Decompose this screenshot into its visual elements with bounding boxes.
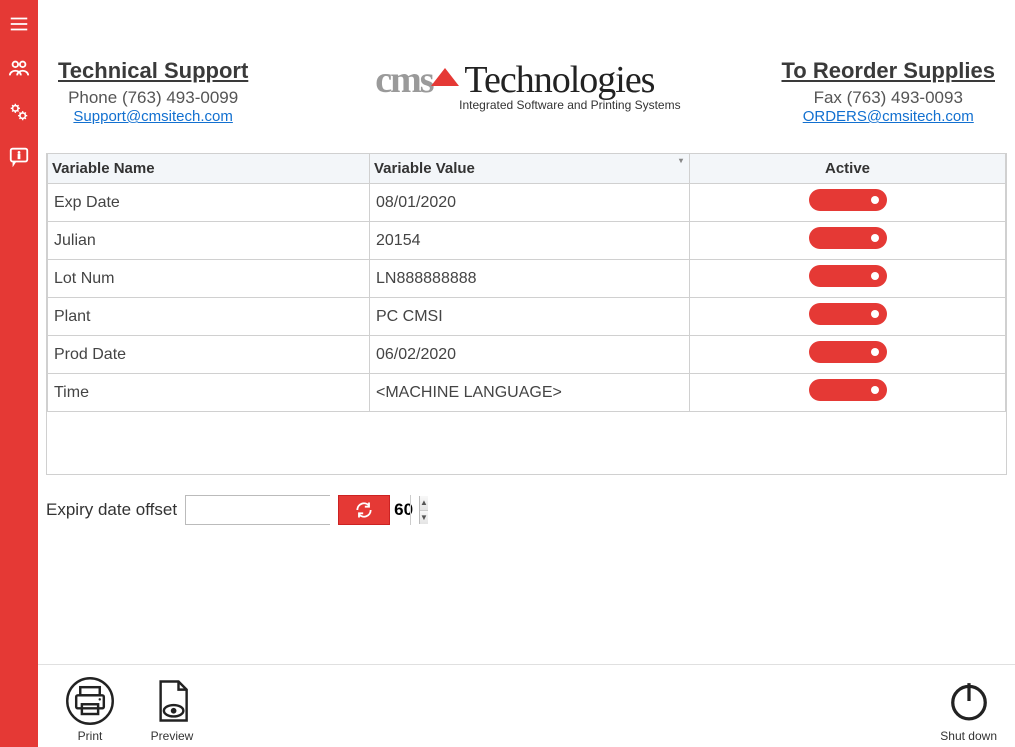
cell-variable-name: Time [48, 374, 370, 412]
cell-active [690, 260, 1006, 298]
print-label: Print [78, 729, 103, 743]
preview-label: Preview [151, 729, 194, 743]
info-icon[interactable] [7, 144, 31, 168]
active-toggle[interactable] [809, 341, 887, 363]
logo-brand-right: Technologies [457, 59, 655, 101]
shutdown-button[interactable]: Shut down [940, 675, 997, 743]
logo-brand-left: cms [375, 59, 432, 101]
table-row[interactable]: Julian20154 [48, 222, 1006, 260]
active-toggle[interactable] [809, 227, 887, 249]
refresh-button[interactable] [338, 495, 390, 525]
hamburger-icon[interactable] [7, 12, 31, 36]
support-block: Technical Support Phone (763) 493-0099 S… [58, 58, 248, 125]
main-content: Technical Support Phone (763) 493-0099 S… [38, 0, 1015, 747]
reorder-email-link[interactable]: ORDERS@cmsitech.com [803, 108, 974, 125]
active-toggle[interactable] [809, 265, 887, 287]
cell-variable-name: Exp Date [48, 184, 370, 222]
support-title: Technical Support [58, 58, 248, 84]
reorder-block: To Reorder Supplies Fax (763) 493-0093 O… [781, 58, 995, 125]
variables-table: Variable Name Variable Value Active Exp … [47, 153, 1006, 412]
active-toggle[interactable] [809, 379, 887, 401]
logo: cms Technologies Integrated Software and… [349, 58, 680, 112]
offset-input-wrap: ▲ ▼ [185, 495, 330, 525]
offset-spinner: ▲ ▼ [419, 496, 428, 524]
logo-triangle-icon [431, 68, 459, 86]
offset-label: Expiry date offset [46, 500, 177, 520]
support-phone: Phone (763) 493-0099 [58, 88, 248, 108]
refresh-icon [354, 500, 374, 520]
offset-spin-up[interactable]: ▲ [420, 496, 428, 511]
cell-variable-name: Plant [48, 298, 370, 336]
cell-variable-value[interactable]: <MACHINE LANGUAGE> [370, 374, 690, 412]
cell-active [690, 336, 1006, 374]
logo-text: cms Technologies [349, 58, 680, 102]
table-row[interactable]: Prod Date06/02/2020 [48, 336, 1006, 374]
cell-active [690, 298, 1006, 336]
cell-variable-value[interactable]: 20154 [370, 222, 690, 260]
header-zone: Technical Support Phone (763) 493-0099 S… [38, 0, 1015, 153]
footer-zone: Print Preview Shut down [38, 664, 1015, 747]
cell-variable-name: Julian [48, 222, 370, 260]
cell-active [690, 184, 1006, 222]
offset-spin-down[interactable]: ▼ [420, 511, 428, 525]
reorder-title: To Reorder Supplies [781, 58, 995, 84]
th-variable-value[interactable]: Variable Value [370, 154, 690, 184]
active-toggle[interactable] [809, 189, 887, 211]
preview-button[interactable]: Preview [146, 675, 198, 743]
offset-divider [410, 495, 411, 525]
settings-icon[interactable] [7, 100, 31, 124]
users-icon[interactable] [7, 56, 31, 80]
table-row[interactable]: PlantPC CMSI [48, 298, 1006, 336]
cell-variable-name: Lot Num [48, 260, 370, 298]
variables-table-wrap: Variable Name Variable Value Active Exp … [46, 153, 1007, 475]
table-row[interactable]: Time<MACHINE LANGUAGE> [48, 374, 1006, 412]
th-variable-name[interactable]: Variable Name [48, 154, 370, 184]
cell-variable-value[interactable]: LN888888888 [370, 260, 690, 298]
cell-active [690, 374, 1006, 412]
cell-variable-value[interactable]: PC CMSI [370, 298, 690, 336]
table-row[interactable]: Lot NumLN888888888 [48, 260, 1006, 298]
print-button[interactable]: Print [64, 675, 116, 743]
preview-icon [146, 675, 198, 727]
print-icon [64, 675, 116, 727]
active-toggle[interactable] [809, 303, 887, 325]
support-email-link[interactable]: Support@cmsitech.com [73, 108, 232, 125]
reorder-fax: Fax (763) 493-0093 [781, 88, 995, 108]
cell-variable-value[interactable]: 08/01/2020 [370, 184, 690, 222]
cell-active [690, 222, 1006, 260]
sidebar [0, 0, 38, 747]
power-icon [943, 675, 995, 727]
cell-variable-name: Prod Date [48, 336, 370, 374]
offset-row: Expiry date offset ▲ ▼ [38, 475, 1015, 533]
table-row[interactable]: Exp Date08/01/2020 [48, 184, 1006, 222]
shutdown-label: Shut down [940, 729, 997, 743]
th-active[interactable]: Active [690, 154, 1006, 184]
cell-variable-value[interactable]: 06/02/2020 [370, 336, 690, 374]
footer-left: Print Preview [64, 675, 198, 743]
